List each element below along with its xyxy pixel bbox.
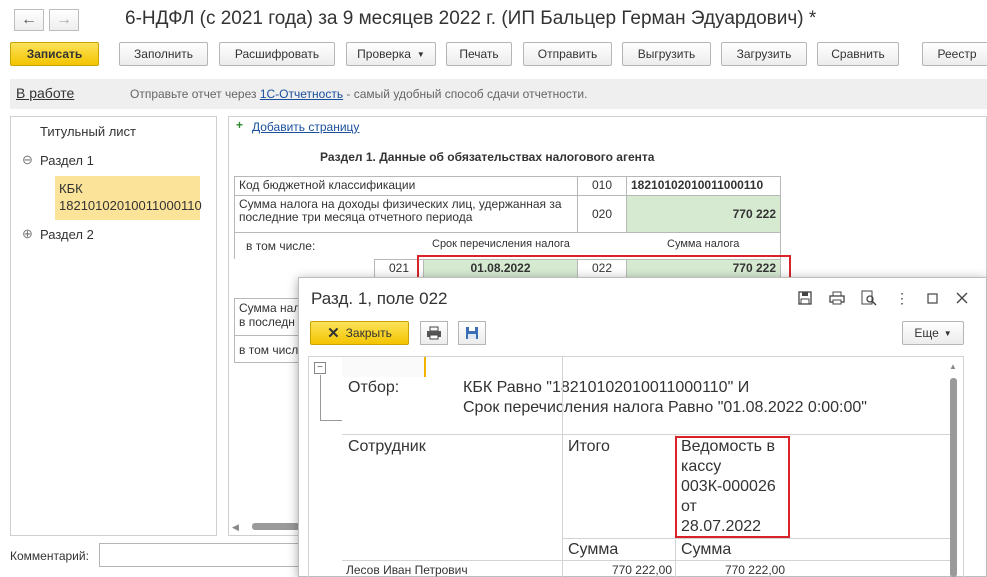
col-divider-1 [562, 434, 563, 577]
print-button[interactable]: Печать [446, 42, 512, 66]
back-button[interactable]: ← [14, 9, 44, 31]
kbk-label: Код бюджетной классификации [234, 176, 578, 196]
scroll-thumb[interactable] [252, 523, 300, 530]
hint-suffix: - самый удобный способ сдачи отчетности. [343, 87, 588, 101]
scroll-left-icon[interactable]: ◀ [232, 522, 244, 532]
arrow-left-icon: ← [21, 11, 37, 28]
sum-header-1: Сумма [568, 541, 619, 558]
collapse-group-icon[interactable]: − [314, 362, 326, 374]
status-hint: Отправьте отчет через 1С-Отчетность - са… [130, 87, 587, 101]
forward-button[interactable]: → [49, 9, 79, 31]
maximize-icon[interactable] [923, 289, 941, 307]
dropdown-triangle-icon: ▼ [416, 49, 425, 59]
sum-label: Сумма налога на доходы физических лиц, у… [234, 195, 578, 233]
decode-button[interactable]: Расшифровать [219, 42, 335, 66]
kbk-code: 010 [577, 176, 627, 196]
add-page-link[interactable]: Добавить страницу [252, 120, 359, 134]
printer-icon [427, 326, 441, 340]
sum-divider [562, 538, 950, 539]
more-button[interactable]: Еще ▼ [902, 321, 964, 345]
registry-button[interactable]: Реестр [922, 42, 987, 66]
scroll-up-icon[interactable]: ▲ [949, 362, 957, 371]
sidebar-item-kbk[interactable]: КБК 18210102010011000110 [55, 176, 202, 220]
close-label: Закрыть [345, 326, 392, 340]
close-icon[interactable] [953, 289, 971, 307]
group-line [320, 375, 321, 420]
employee-name: Лесов Иван Петрович [346, 563, 468, 577]
comment-input[interactable] [99, 543, 299, 567]
active-cell [342, 357, 426, 377]
upload-button[interactable]: Выгрузить [622, 42, 711, 66]
sum-header-2: Сумма [681, 541, 732, 558]
save-icon[interactable] [796, 289, 814, 307]
arrow-right-icon: → [56, 11, 72, 28]
write-button[interactable]: Записать [10, 42, 99, 66]
collapse-icon[interactable]: ⊖ [22, 152, 33, 168]
sidebar-item-title-page[interactable]: Титульный лист [40, 124, 136, 139]
printer-icon[interactable] [828, 289, 846, 307]
vertical-scroll-thumb[interactable] [950, 378, 957, 577]
total-header: Итого [568, 438, 610, 455]
close-x-icon: ✕ [327, 325, 340, 342]
tax-sum-header: Сумма налога [667, 238, 740, 250]
sum-code: 020 [577, 195, 627, 233]
save-icon [466, 327, 478, 339]
comment-label: Комментарий: [10, 549, 89, 563]
row-sum: 770 222,00 [724, 563, 785, 577]
more-vertical-icon[interactable]: ⋮ [893, 289, 911, 307]
send-button[interactable]: Отправить [523, 42, 612, 66]
plus-icon: + [236, 118, 244, 132]
close-button[interactable]: ✕ Закрыть [310, 321, 409, 345]
download-button[interactable]: Загрузить [721, 42, 807, 66]
col-divider-top [562, 357, 563, 434]
vedomost-highlight [675, 436, 790, 538]
reporting-link[interactable]: 1С-Отчетность [260, 87, 343, 101]
check-label: Проверка [357, 47, 411, 61]
compare-button[interactable]: Сравнить [817, 42, 899, 66]
group-line-h [320, 420, 342, 421]
more-label: Еще [914, 326, 939, 340]
fill-button[interactable]: Заполнить [119, 42, 208, 66]
header-divider [342, 434, 950, 435]
row-total: 770 222,00 [611, 563, 672, 577]
filter-line-2: Срок перечисления налога Равно "01.08.20… [463, 399, 867, 416]
sidebar-item-section-2[interactable]: Раздел 2 [40, 227, 94, 242]
due-date-header: Срок перечисления налога [432, 238, 570, 250]
filter-line-1: КБК Равно "18210102010011000110" И [463, 379, 750, 396]
including-label: в том числе: [246, 239, 316, 253]
check-button[interactable]: Проверка ▼ [346, 42, 436, 66]
sum-value[interactable]: 770 222 [626, 195, 781, 233]
window-title: 6-НДФЛ (с 2021 года) за 9 месяцев 2022 г… [125, 8, 817, 29]
hint-prefix: Отправьте отчет через [130, 87, 260, 101]
dialog-print-button[interactable] [420, 321, 448, 345]
kbk-value: 18210102010011000110 [626, 176, 781, 196]
employee-header: Сотрудник [348, 438, 426, 455]
sidebar-item-section-1[interactable]: Раздел 1 [40, 153, 94, 168]
dialog-title: Разд. 1, поле 022 [311, 289, 448, 308]
preview-icon[interactable] [860, 289, 878, 307]
row-divider [342, 560, 950, 561]
dropdown-triangle-icon: ▼ [943, 328, 952, 338]
filter-label: Отбор: [348, 379, 400, 396]
expand-icon[interactable]: ⊕ [22, 226, 33, 242]
dialog-save-button[interactable] [458, 321, 486, 345]
section-title: Раздел 1. Данные об обязательствах налог… [320, 150, 655, 164]
state-link[interactable]: В работе [16, 85, 74, 101]
